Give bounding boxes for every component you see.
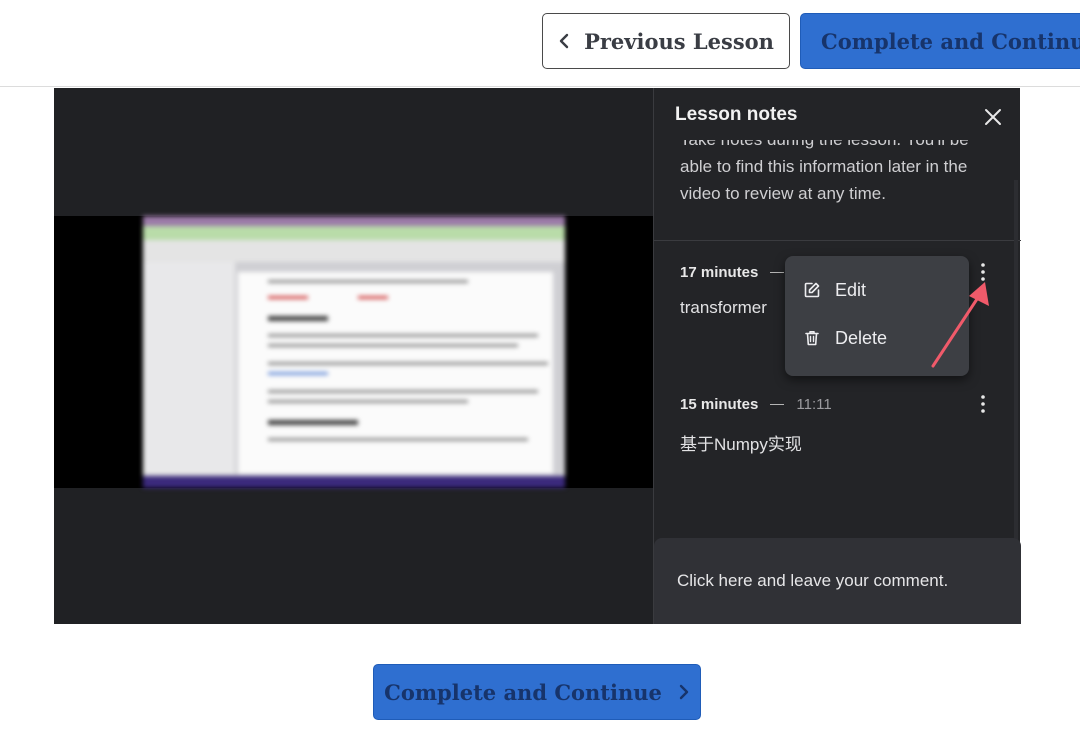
complete-and-continue-bottom-button[interactable]: Complete and Continue — [373, 664, 701, 720]
lesson-player: Lesson notes Take notes during the lesso… — [54, 88, 1021, 624]
note-text: 基于Numpy实现 — [680, 435, 802, 454]
comment-input[interactable]: Click here and leave your comment. — [654, 538, 1021, 624]
more-vertical-icon — [981, 395, 985, 413]
chevron-right-icon — [679, 684, 689, 700]
note-separator — [770, 271, 785, 273]
previous-lesson-button[interactable]: Previous Lesson — [542, 13, 790, 69]
note-options-button[interactable] — [976, 394, 990, 414]
top-bar: Previous Lesson Complete and Continue — [0, 0, 1080, 87]
edit-label: Edit — [835, 279, 867, 300]
trash-icon — [805, 331, 819, 346]
previous-lesson-label: Previous Lesson — [584, 28, 774, 54]
close-notes-button[interactable] — [980, 104, 1006, 130]
lesson-notes-panel: Lesson notes Take notes during the lesso… — [653, 88, 1021, 624]
note-timestamp[interactable]: 11:11 — [796, 396, 831, 413]
close-icon — [985, 109, 1001, 125]
comment-placeholder: Click here and leave your comment. — [677, 571, 949, 590]
edit-icon — [804, 282, 820, 298]
note-separator — [770, 403, 785, 405]
complete-and-continue-bottom-label: Complete and Continue — [384, 679, 662, 705]
video-area[interactable] — [54, 88, 653, 624]
note-time: 17 minutes — [680, 263, 759, 281]
video-frame[interactable] — [143, 216, 565, 488]
note-time: 15 minutes — [680, 395, 759, 413]
divider — [654, 240, 1021, 241]
annotation-arrow-icon — [931, 282, 989, 368]
complete-and-continue-label: Complete and Continue — [821, 28, 1080, 54]
note-item[interactable]: 15 minutes 11:11 基于Numpy实现 — [680, 394, 1000, 455]
notes-intro: Take notes during the lesson. You'll be … — [680, 140, 969, 203]
delete-label: Delete — [835, 327, 888, 348]
notes-title: Lesson notes — [675, 104, 798, 125]
video-letterbox — [54, 216, 653, 488]
chevron-left-icon — [559, 33, 569, 49]
complete-and-continue-button[interactable]: Complete and Continue — [800, 13, 1080, 69]
notes-scrollbar[interactable] — [1014, 180, 1018, 540]
